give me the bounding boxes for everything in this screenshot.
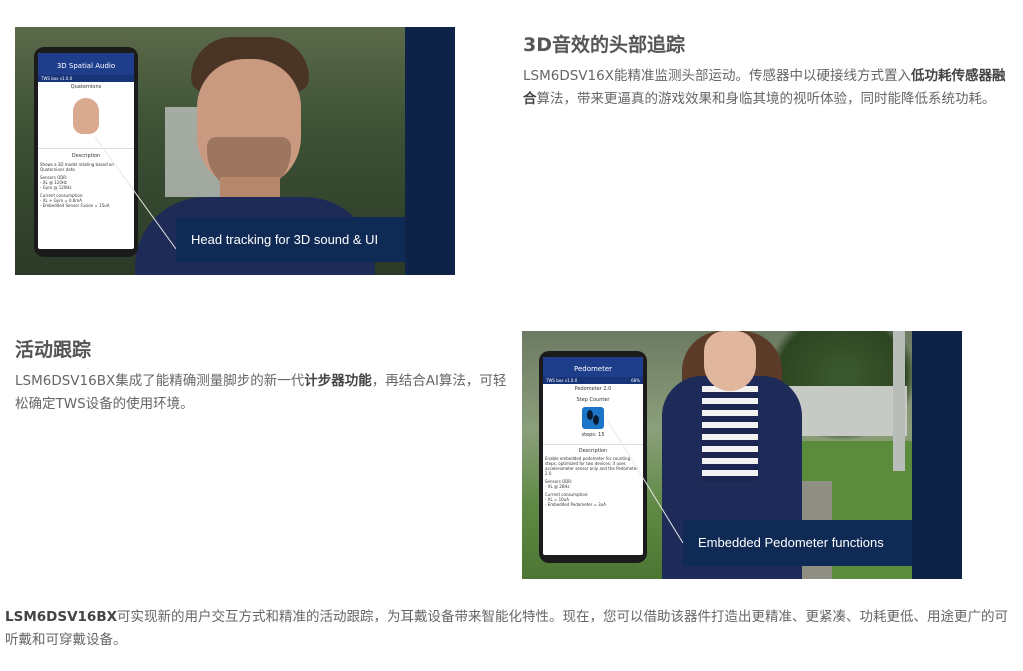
section-paragraph: LSM6DSV16X能精准监测头部运动。传感器中以硬接线方式置入低功耗传感器融合…: [523, 65, 1013, 111]
image-caption: Embedded Pedometer functions: [683, 520, 912, 566]
pedometer-image: Pedometer TWS box v1.0.0 68% Pedometer 2…: [522, 331, 962, 579]
footer-bold: LSM6DSV16BX: [5, 609, 118, 625]
image-caption: Head tracking for 3D sound & UI: [176, 217, 405, 262]
paragraph-text: LSM6DSV16BX集成了能精确测量脚步的新一代: [15, 373, 305, 389]
paragraph-text: LSM6DSV16X能精准监测头部运动。传感器中以硬接线方式置入: [523, 68, 911, 84]
footer-text: 可实现新的用户交互方式和精准的活动跟踪，为耳戴设备带来智能化特性。现在，您可以借…: [5, 609, 1009, 648]
paragraph-bold: 计步器功能: [304, 373, 372, 389]
section-paragraph: LSM6DSV16BX集成了能精确测量脚步的新一代计步器功能，再结合AI算法，可…: [15, 370, 510, 416]
section-heading: 3D音效的头部追踪: [523, 34, 685, 56]
head-tracking-image: 3D Spatial Audio TWS box v1.0.0 Quaterni…: [15, 27, 455, 275]
paragraph-text: 算法，带来更逼真的游戏效果和身临其境的视听体验，同时能降低系统功耗。: [536, 91, 996, 107]
section-heading: 活动跟踪: [15, 339, 92, 361]
footer-paragraph: LSM6DSV16BX可实现新的用户交互方式和精准的活动跟踪，为耳戴设备带来智能…: [5, 606, 1020, 652]
